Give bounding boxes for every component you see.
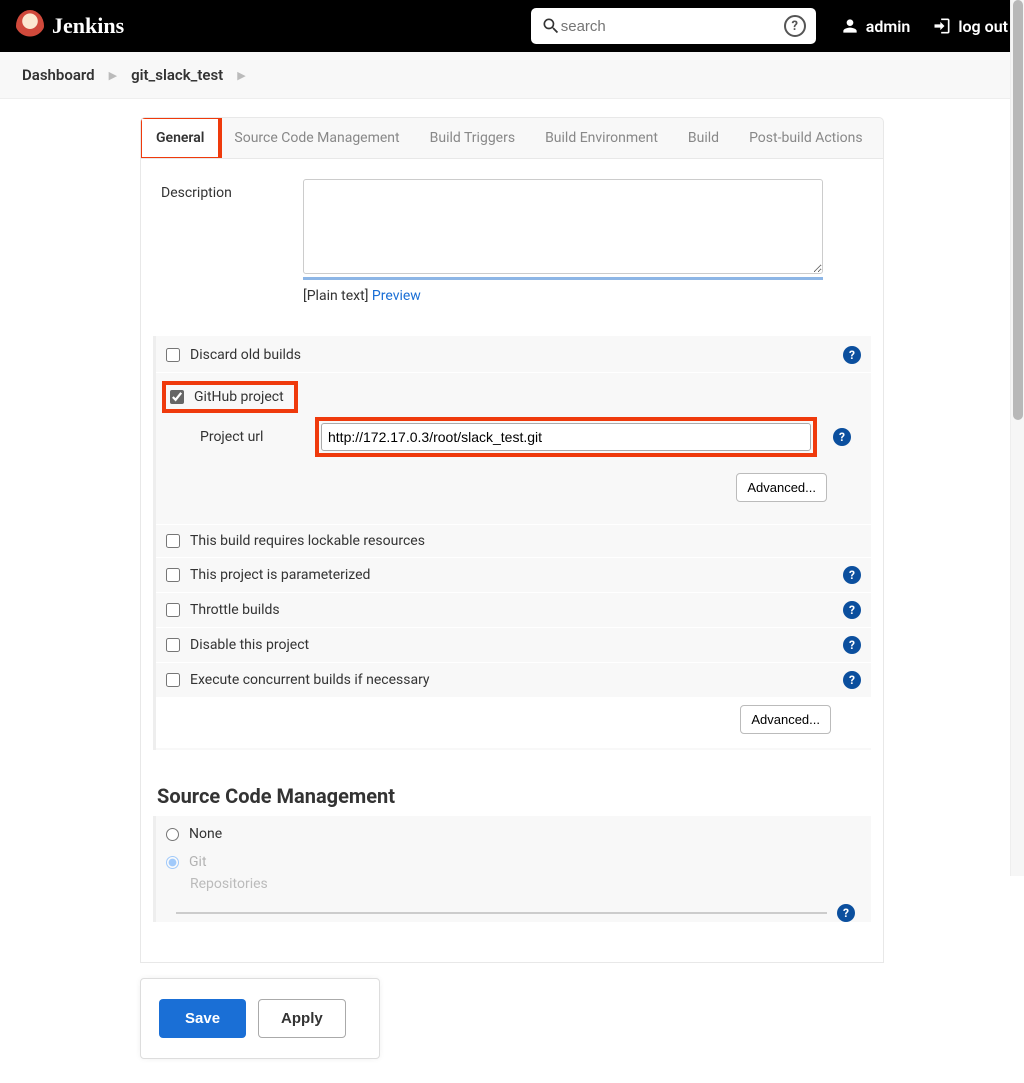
jenkins-logo-icon xyxy=(16,10,44,42)
description-input[interactable] xyxy=(303,179,823,274)
brand-name: Jenkins xyxy=(52,13,124,39)
logout-icon xyxy=(932,16,952,36)
scm-none-label: None xyxy=(189,826,222,842)
lockable-label: This build requires lockable resources xyxy=(190,533,867,549)
scm-heading: Source Code Management xyxy=(157,784,871,808)
tab-general[interactable]: General xyxy=(141,118,219,158)
scm-git-row: Git xyxy=(166,848,871,876)
logout-label: log out xyxy=(958,17,1008,36)
scm-none-row: None xyxy=(166,820,871,848)
project-url-label: Project url xyxy=(200,429,315,445)
brand[interactable]: Jenkins xyxy=(16,10,124,42)
option-lockable: This build requires lockable resources xyxy=(156,524,871,557)
help-icon[interactable]: ? xyxy=(843,601,861,619)
discard-checkbox[interactable] xyxy=(166,348,180,362)
github-project-label: GitHub project xyxy=(194,389,284,405)
option-concurrent: Execute concurrent builds if necessary ? xyxy=(156,662,871,697)
disable-checkbox[interactable] xyxy=(166,638,180,652)
help-icon[interactable]: ? xyxy=(843,671,861,689)
option-disable: Disable this project ? xyxy=(156,627,871,662)
scrollbar-thumb[interactable] xyxy=(1013,0,1023,420)
disable-label: Disable this project xyxy=(190,637,843,653)
scm-git-label: Git xyxy=(189,854,207,870)
github-project-checkbox[interactable] xyxy=(170,390,184,404)
search-input[interactable] xyxy=(561,18,784,35)
option-discard: Discard old builds ? xyxy=(156,338,871,372)
scm-none-radio[interactable] xyxy=(166,828,179,841)
apply-button[interactable]: Apply xyxy=(258,999,346,1038)
chevron-right-icon: ▶ xyxy=(109,69,117,82)
plaintext-label: [Plain text] xyxy=(303,288,368,304)
help-icon[interactable]: ? xyxy=(833,428,851,446)
logout-link[interactable]: log out xyxy=(932,16,1008,36)
description-label: Description xyxy=(153,179,303,201)
scm-options: None Git Repositories xyxy=(153,816,871,896)
person-icon xyxy=(840,16,860,36)
parameterized-checkbox[interactable] xyxy=(166,568,180,582)
breadcrumb-project[interactable]: git_slack_test xyxy=(131,66,223,84)
breadcrumb: Dashboard ▶ git_slack_test ▶ xyxy=(0,52,1024,99)
scrollbar[interactable] xyxy=(1010,0,1024,876)
general-panel: Description [Plain text] Preview Discard… xyxy=(140,159,884,963)
user-link[interactable]: admin xyxy=(840,16,911,36)
concurrent-checkbox[interactable] xyxy=(166,673,180,687)
tab-post[interactable]: Post-build Actions xyxy=(734,118,878,158)
search-box[interactable]: ? xyxy=(531,8,816,44)
tab-build[interactable]: Build xyxy=(673,118,734,158)
help-icon[interactable]: ? xyxy=(843,346,861,364)
tab-triggers[interactable]: Build Triggers xyxy=(415,118,530,158)
preview-link[interactable]: Preview xyxy=(372,288,421,304)
option-throttle: Throttle builds ? xyxy=(156,592,871,627)
chevron-right-icon: ▶ xyxy=(237,69,245,82)
general-options: Discard old builds ? GitHub project Proj… xyxy=(153,336,871,750)
config-tabs: General Source Code Management Build Tri… xyxy=(140,117,884,159)
main-content: General Source Code Management Build Tri… xyxy=(0,99,1024,1083)
parameterized-label: This project is parameterized xyxy=(190,567,843,583)
search-icon xyxy=(541,16,561,36)
scm-git-radio[interactable] xyxy=(166,856,179,869)
save-button[interactable]: Save xyxy=(159,999,246,1038)
tab-env[interactable]: Build Environment xyxy=(530,118,673,158)
help-icon[interactable]: ? xyxy=(784,15,806,37)
tab-scm[interactable]: Source Code Management xyxy=(219,118,414,158)
throttle-label: Throttle builds xyxy=(190,602,843,618)
project-url-input[interactable] xyxy=(321,423,811,451)
help-icon[interactable]: ? xyxy=(843,636,861,654)
advanced-button[interactable]: Advanced... xyxy=(740,705,831,734)
help-icon[interactable]: ? xyxy=(843,566,861,584)
repositories-row: ? xyxy=(153,896,871,922)
help-icon[interactable]: ? xyxy=(837,904,855,922)
scm-repositories-label: Repositories xyxy=(166,876,871,892)
lockable-checkbox[interactable] xyxy=(166,534,180,548)
option-github-project: GitHub project Project url ? Advanced... xyxy=(156,372,871,524)
concurrent-label: Execute concurrent builds if necessary xyxy=(190,672,843,688)
action-bar: Save Apply xyxy=(140,978,380,1059)
breadcrumb-dashboard[interactable]: Dashboard xyxy=(22,66,95,84)
advanced-button[interactable]: Advanced... xyxy=(736,473,827,502)
throttle-checkbox[interactable] xyxy=(166,603,180,617)
user-name: admin xyxy=(866,17,911,36)
option-parameterized: This project is parameterized ? xyxy=(156,557,871,592)
discard-label: Discard old builds xyxy=(190,347,843,363)
header-bar: Jenkins ? admin log out xyxy=(0,0,1024,52)
